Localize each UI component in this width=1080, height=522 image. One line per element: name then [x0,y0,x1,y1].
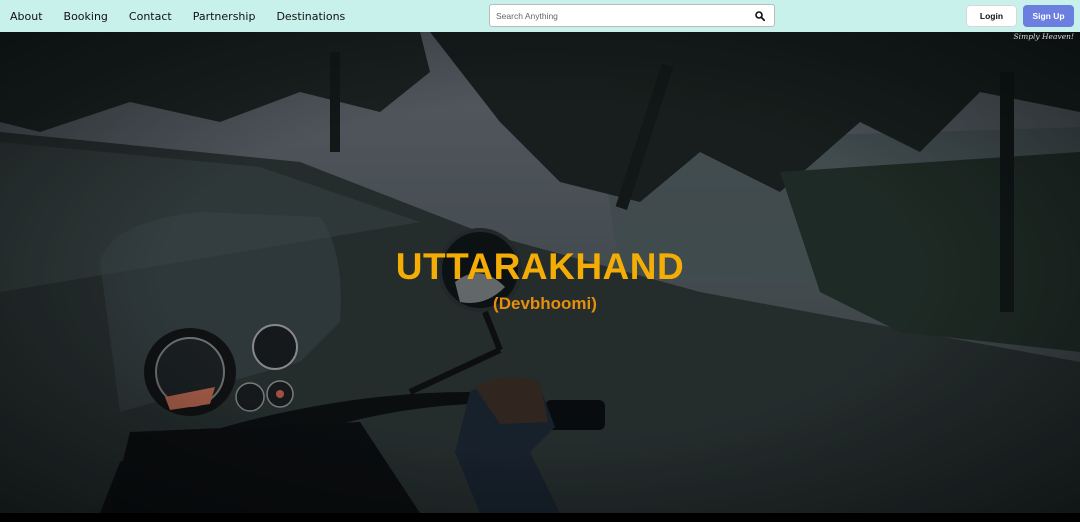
search-box [489,4,775,27]
hero-banner: Simply Heaven! UTTARAKHAND (Devbhoomi) [0,32,1080,513]
search-input[interactable] [490,5,754,26]
login-button[interactable]: Login [966,5,1017,27]
nav-link-contact[interactable]: Contact [129,10,172,23]
hero-title: UTTARAKHAND [395,246,685,287]
search-icon[interactable] [754,10,766,22]
nav-link-booking[interactable]: Booking [64,10,108,23]
top-navbar: About Booking Contact Partnership Destin… [0,0,1080,32]
bottom-edge [0,513,1080,522]
nav-link-about[interactable]: About [10,10,43,23]
hero-subtitle: (Devbhoomi) [493,294,597,313]
signup-button[interactable]: Sign Up [1023,5,1074,27]
tagline: Simply Heaven! [1013,32,1074,41]
nav-links: About Booking Contact Partnership Destin… [0,10,366,23]
nav-link-partnership[interactable]: Partnership [193,10,256,23]
nav-link-destinations[interactable]: Destinations [276,10,345,23]
